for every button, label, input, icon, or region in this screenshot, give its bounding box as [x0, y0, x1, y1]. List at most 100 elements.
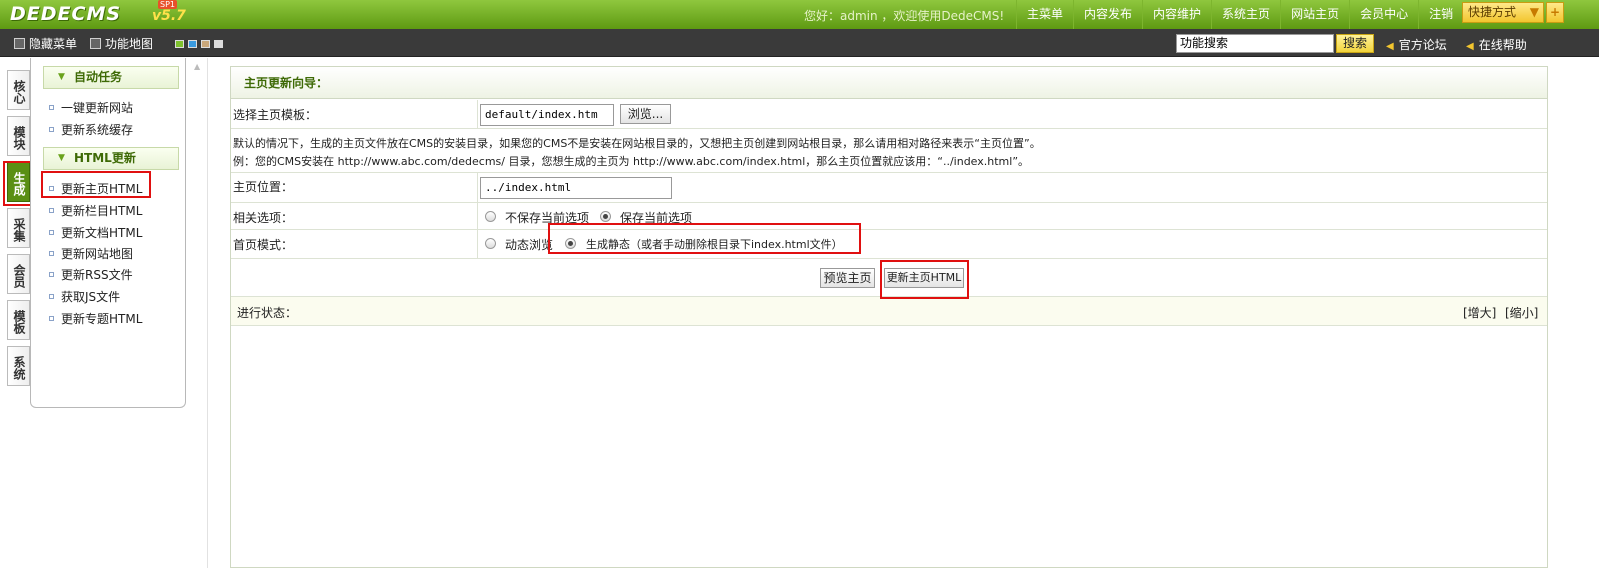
sidebar-item-label: 更新文档HTML: [61, 226, 143, 240]
sidebar: ▼ 自动任务 一键更新网站 更新系统缓存 ▼ HTML更新 更新主页HTML 更新栏…: [30, 58, 186, 408]
group-title: HTML更新: [74, 151, 136, 165]
top-header: DEDECMS v5.7 SP1 您好：admin ，欢迎使用DedeCMS! …: [0, 0, 1599, 29]
bullet-icon: [49, 272, 54, 277]
highlight-box: [41, 171, 151, 198]
nav-system-home[interactable]: 系统主页: [1211, 0, 1280, 29]
sidebar-item-label: 更新网站地图: [61, 247, 134, 261]
tab-system[interactable]: 系统: [7, 346, 30, 386]
radio-save[interactable]: [600, 211, 611, 222]
tab-core[interactable]: 核心: [7, 70, 30, 110]
mode-label: 首页模式：: [233, 238, 294, 252]
bullet-icon: [49, 127, 54, 132]
welcome-text: 您好：admin ，欢迎使用DedeCMS!: [804, 9, 1005, 23]
nav-maintain[interactable]: 内容维护: [1142, 0, 1211, 29]
chevron-down-icon: ▼: [58, 153, 65, 163]
sidebar-item-update-rss[interactable]: 更新RSS文件: [49, 266, 133, 283]
enlarge-link[interactable]: [增大]: [1463, 304, 1496, 321]
sidebar-item-get-js[interactable]: 获取JS文件: [49, 288, 120, 305]
sidebar-item-label: 更新专题HTML: [61, 312, 143, 326]
sidebar-item-update-site[interactable]: 一键更新网站: [49, 99, 133, 116]
logo: DEDECMS: [10, 3, 122, 25]
radio-no-save[interactable]: [485, 211, 496, 222]
skin-swatch-brown[interactable]: [201, 40, 210, 48]
divider: [477, 100, 478, 128]
scroll-up-icon[interactable]: ▲: [194, 62, 200, 71]
help-link[interactable]: ◀ 在线帮助: [1466, 36, 1527, 53]
chevron-down-icon: ▼: [1529, 5, 1539, 19]
bullet-icon: [49, 208, 54, 213]
version-label: v5.7: [152, 8, 186, 24]
group-title: 自动任务: [74, 70, 123, 84]
sidebar-item-update-column[interactable]: 更新栏目HTML: [49, 202, 142, 219]
tab-collect[interactable]: 采集: [7, 208, 30, 248]
skin-swatch-green[interactable]: [175, 40, 184, 48]
tab-templates[interactable]: 模板: [7, 300, 30, 340]
tab-modules[interactable]: 模块: [7, 116, 30, 156]
bullet-icon: [49, 105, 54, 110]
sidebar-group-auto-tasks[interactable]: ▼ 自动任务: [43, 66, 179, 89]
site-map-button[interactable]: 功能地图: [90, 35, 153, 52]
sidebar-group-html-update[interactable]: ▼ HTML更新: [43, 147, 179, 170]
skin-swatch-gray[interactable]: [214, 40, 223, 48]
options-row: 相关选项： 不保存当前选项 保存当前选项: [231, 203, 1547, 230]
nav-logout[interactable]: 注销: [1418, 0, 1463, 29]
highlight-box: [548, 223, 861, 254]
options-label: 相关选项：: [233, 211, 294, 225]
bullet-icon: [49, 251, 54, 256]
forum-link[interactable]: ◀ 官方论坛: [1386, 36, 1447, 53]
highlight-box: [880, 260, 969, 299]
nav-site-home[interactable]: 网站主页: [1280, 0, 1349, 29]
forum-label: 官方论坛: [1398, 38, 1447, 52]
version-badge: SP1: [158, 0, 177, 9]
divider: [207, 58, 208, 568]
position-label: 主页位置：: [233, 180, 294, 194]
site-map-label: 功能地图: [105, 37, 154, 51]
quick-menu-button[interactable]: 快捷方式 ▼: [1462, 2, 1544, 23]
template-input[interactable]: default/index.htm: [480, 104, 614, 126]
bullet-icon: ◀: [1466, 41, 1474, 52]
sidebar-item-update-docs[interactable]: 更新文档HTML: [49, 224, 142, 241]
bullet-icon: [49, 230, 54, 235]
bullet-icon: [49, 316, 54, 321]
note-row: 默认的情况下，生成的主页文件放在CMS的安装目录，如果您的CMS不是安装在网站根…: [231, 129, 1547, 173]
top-nav: 主菜单 内容发布 内容维护 系统主页 网站主页 会员中心 注销: [1016, 0, 1463, 29]
skin-swatch-blue[interactable]: [188, 40, 197, 48]
divider: [477, 173, 478, 202]
position-row: 主页位置： ../index.html: [231, 173, 1547, 203]
panel-icon: [14, 38, 25, 49]
nav-publish[interactable]: 内容发布: [1073, 0, 1142, 29]
nav-main-menu[interactable]: 主菜单: [1016, 0, 1073, 29]
divider: [477, 230, 478, 258]
nav-member-center[interactable]: 会员中心: [1349, 0, 1418, 29]
search-input[interactable]: 功能搜索: [1176, 34, 1334, 53]
toolbar: 隐藏菜单 功能地图 功能搜索 搜索 ◀ 官方论坛 ◀ 在线帮助: [0, 29, 1599, 57]
radio-dynamic[interactable]: [485, 238, 496, 249]
page-title: 主页更新向导：: [231, 67, 1547, 99]
sidebar-item-update-cache[interactable]: 更新系统缓存: [49, 121, 133, 138]
bullet-icon: ◀: [1386, 41, 1394, 52]
search-button[interactable]: 搜索: [1336, 34, 1374, 53]
sidebar-item-label: 更新栏目HTML: [61, 204, 143, 218]
bullet-icon: [49, 294, 54, 299]
tab-members[interactable]: 会员: [7, 254, 30, 294]
quick-add-button[interactable]: +: [1546, 2, 1564, 23]
preview-button[interactable]: 预览主页: [820, 268, 875, 288]
note-line-1: 默认的情况下，生成的主页文件放在CMS的安装目录，如果您的CMS不是安装在网站根…: [233, 137, 1041, 150]
help-label: 在线帮助: [1478, 38, 1527, 52]
hide-menu-label: 隐藏菜单: [29, 37, 78, 51]
browse-button[interactable]: 浏览...: [620, 104, 671, 124]
note-line-2: 例：您的CMS安装在 http://www.abc.com/dedecms/ 目…: [233, 155, 1030, 168]
sidebar-item-update-special[interactable]: 更新专题HTML: [49, 310, 142, 327]
shrink-link[interactable]: [缩小]: [1505, 304, 1538, 321]
status-bar: 进行状态： [增大] [缩小]: [231, 296, 1547, 326]
hide-menu-button[interactable]: 隐藏菜单: [14, 35, 77, 52]
sidebar-item-label: 获取JS文件: [61, 290, 121, 304]
position-input[interactable]: ../index.html: [480, 177, 672, 199]
status-label: 进行状态：: [237, 306, 298, 320]
mode-row: 首页模式： 动态浏览 生成静态（或者手动删除根目录下index.html文件）: [231, 230, 1547, 259]
template-row: 选择主页模板： default/index.htm 浏览...: [231, 100, 1547, 129]
divider: [477, 203, 478, 229]
sidebar-item-update-sitemap[interactable]: 更新网站地图: [49, 245, 133, 262]
sidebar-item-label: 更新系统缓存: [61, 123, 134, 137]
vertical-tabs: 核心 模块 生成 采集 会员 模板 系统: [7, 70, 30, 392]
